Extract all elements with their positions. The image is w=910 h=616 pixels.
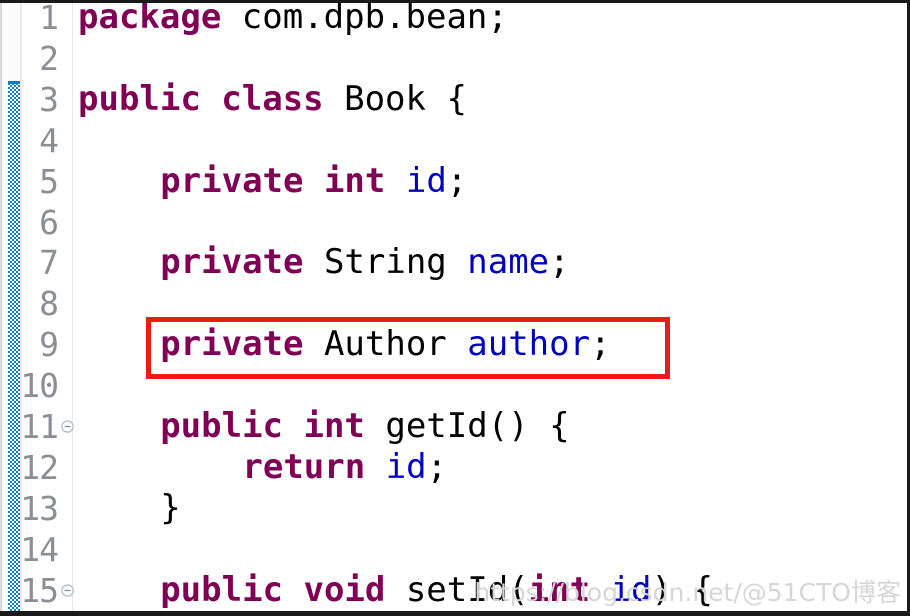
code-line-row[interactable]: 2 xyxy=(0,38,907,79)
code-token-plain: ; xyxy=(446,160,468,201)
code-line-text[interactable]: private String name; xyxy=(160,242,569,283)
line-number: 2 xyxy=(39,38,59,78)
code-token-plain: getId() { xyxy=(364,406,570,446)
code-line-row[interactable]: 8 xyxy=(0,283,907,324)
line-number: 9 xyxy=(39,325,59,365)
code-token-keyword: public int xyxy=(160,406,365,446)
code-line-row[interactable]: 11 public int getId() { xyxy=(0,406,907,447)
code-token-field: id xyxy=(385,446,427,487)
code-token-keyword: package xyxy=(78,0,222,37)
code-line-row[interactable]: 4 xyxy=(0,120,907,161)
code-token-field: author xyxy=(467,324,591,365)
code-token-plain: Book { xyxy=(323,78,467,119)
code-line-row[interactable]: 12 return id; xyxy=(0,447,907,488)
code-token-plain: ; xyxy=(590,324,611,365)
line-number: 3 xyxy=(39,79,59,119)
code-line-text[interactable]: public int getId() { xyxy=(160,406,569,447)
code-token-keyword: private xyxy=(160,242,304,283)
line-number: 13 xyxy=(20,488,59,528)
code-token-keyword: public void xyxy=(160,569,386,610)
code-line-row[interactable]: 6 xyxy=(0,202,907,243)
code-token-plain: } xyxy=(160,487,181,528)
code-line-text[interactable]: return id; xyxy=(242,447,447,488)
line-number: 14 xyxy=(20,529,59,569)
code-line-text[interactable]: package com.dpb.bean; xyxy=(78,0,508,38)
code-line-row[interactable]: 10 xyxy=(0,365,907,406)
watermark-text: https://blog.csdn.net/@51CTO博客 xyxy=(474,578,901,607)
code-token-keyword: public class xyxy=(78,78,324,119)
code-token-plain: String xyxy=(303,242,468,283)
code-token-field: id xyxy=(405,160,447,201)
code-line-row[interactable]: 7 private String name; xyxy=(0,242,907,283)
code-token-keyword: return xyxy=(242,446,366,487)
code-line-text[interactable]: public class Book { xyxy=(78,79,467,120)
code-line-row[interactable]: 14 xyxy=(0,529,907,570)
collapse-fold-icon[interactable] xyxy=(61,420,74,433)
line-number: 11 xyxy=(20,407,59,446)
line-number: 12 xyxy=(20,447,59,487)
code-token-field: name xyxy=(467,242,550,283)
line-number: 15 xyxy=(20,570,59,610)
code-line-row[interactable]: 13} xyxy=(0,488,907,529)
code-line-row[interactable]: 1 package com.dpb.bean; xyxy=(0,0,907,38)
code-line-text[interactable]: private Author author; xyxy=(160,324,610,365)
code-token-plain: ; xyxy=(426,446,448,487)
line-number: 8 xyxy=(39,284,59,324)
code-editor-screenshot: 1 package com.dpb.bean; 2 3 public class Boo… xyxy=(0,0,910,616)
line-number: 1 xyxy=(39,0,59,37)
code-line-text[interactable]: private int id; xyxy=(160,161,467,202)
line-number: 4 xyxy=(39,120,59,160)
code-token-plain: com.dpb.bean; xyxy=(221,0,508,37)
line-number: 5 xyxy=(39,161,59,201)
line-number: 7 xyxy=(39,243,59,283)
code-line-row[interactable]: 3 public class Book { xyxy=(0,79,907,120)
code-token-plain: ; xyxy=(549,242,570,283)
code-line-row[interactable]: 9 private Author author; xyxy=(0,324,907,365)
code-line-row[interactable]: 5 private int id; xyxy=(0,161,907,202)
line-number: 6 xyxy=(39,202,59,242)
code-token-plain: Author xyxy=(303,324,468,365)
line-number: 10 xyxy=(20,366,59,406)
code-token-keyword: private int xyxy=(160,160,386,201)
code-token-keyword: private xyxy=(160,324,304,365)
code-line-text[interactable]: } xyxy=(160,488,180,529)
collapse-fold-icon[interactable] xyxy=(61,583,74,597)
